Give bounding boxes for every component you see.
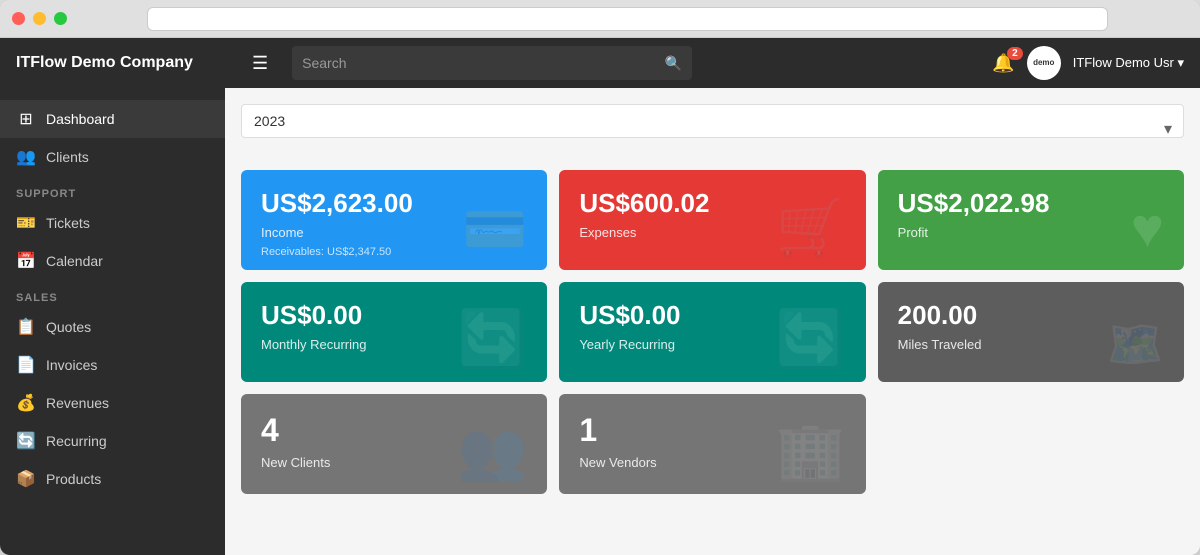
title-bar — [0, 0, 1200, 38]
sidebar-item-invoices[interactable]: 📄 Invoices — [0, 346, 225, 384]
traffic-lights — [12, 12, 67, 25]
window: ITFlow Demo Company ☰ 🔍 🔔 2 demo ITFlow … — [0, 0, 1200, 555]
user-avatar: demo — [1027, 46, 1061, 80]
sidebar-label-invoices: Invoices — [46, 357, 97, 373]
year-select[interactable]: 2023 2022 2021 2020 — [241, 104, 1184, 138]
sidebar-item-quotes[interactable]: 📋 Quotes — [0, 308, 225, 346]
search-input[interactable] — [302, 55, 665, 71]
profit-label: Profit — [898, 225, 1164, 240]
new-vendors-icon: 🏢 — [776, 418, 846, 484]
brand-name: ITFlow Demo Company — [16, 54, 236, 72]
monthly-recurring-card: US$0.00 Monthly Recurring 🔄 — [241, 282, 547, 382]
year-filter-wrapper: 2023 2022 2021 2020 — [241, 104, 1184, 154]
expenses-card: US$600.02 Expenses 🛒 — [559, 170, 865, 270]
profit-value: US$2,022.98 — [898, 188, 1164, 219]
notification-badge: 2 — [1007, 47, 1023, 60]
stats-grid: US$2,623.00 Income Receivables: US$2,347… — [241, 170, 1184, 494]
minimize-button[interactable] — [33, 12, 46, 25]
profit-icon: ♥ — [1131, 195, 1164, 260]
expenses-icon: 🛒 — [776, 194, 846, 260]
miles-traveled-icon: 🗺️ — [1107, 317, 1164, 372]
new-clients-icon: 👥 — [458, 418, 528, 484]
miles-traveled-card: 200.00 Miles Traveled 🗺️ — [878, 282, 1184, 382]
sidebar-item-revenues[interactable]: 💰 Revenues — [0, 384, 225, 422]
sidebar-section-sales: SALES — [0, 280, 225, 308]
user-menu-button[interactable]: ITFlow Demo Usr — [1073, 55, 1184, 71]
products-icon: 📦 — [16, 469, 36, 489]
dashboard-icon: ⊞ — [16, 109, 36, 129]
navbar: ITFlow Demo Company ☰ 🔍 🔔 2 demo ITFlow … — [0, 38, 1200, 88]
sidebar-label-dashboard: Dashboard — [46, 111, 115, 127]
sidebar-label-clients: Clients — [46, 149, 89, 165]
sidebar-label-calendar: Calendar — [46, 253, 103, 269]
tickets-icon: 🎫 — [16, 213, 36, 233]
clients-icon: 👥 — [16, 147, 36, 167]
new-vendors-card: 1 New Vendors 🏢 — [559, 394, 865, 494]
calendar-icon: 📅 — [16, 251, 36, 271]
yearly-recurring-icon: 🔄 — [776, 306, 846, 372]
search-bar: 🔍 — [292, 46, 692, 80]
income-card: US$2,623.00 Income Receivables: US$2,347… — [241, 170, 547, 270]
main-content: 2023 2022 2021 2020 US$2,623.00 Income R… — [225, 88, 1200, 555]
profit-card: US$2,022.98 Profit ♥ — [878, 170, 1184, 270]
menu-toggle-button[interactable]: ☰ — [252, 53, 268, 74]
monthly-recurring-icon: 🔄 — [458, 306, 528, 372]
income-icon: 💳 — [463, 199, 528, 260]
income-sub: Receivables: US$2,347.50 — [261, 246, 391, 258]
sidebar-item-clients[interactable]: 👥 Clients — [0, 138, 225, 176]
sidebar-item-dashboard[interactable]: ⊞ Dashboard — [0, 100, 225, 138]
sidebar-item-calendar[interactable]: 📅 Calendar — [0, 242, 225, 280]
sidebar-label-recurring: Recurring — [46, 433, 107, 449]
notifications-button[interactable]: 🔔 2 — [992, 53, 1014, 74]
revenues-icon: 💰 — [16, 393, 36, 413]
close-button[interactable] — [12, 12, 25, 25]
sidebar-item-recurring[interactable]: 🔄 Recurring — [0, 422, 225, 460]
url-bar[interactable] — [147, 7, 1108, 31]
quotes-icon: 📋 — [16, 317, 36, 337]
yearly-recurring-card: US$0.00 Yearly Recurring 🔄 — [559, 282, 865, 382]
navbar-right: 🔔 2 demo ITFlow Demo Usr — [992, 46, 1184, 80]
sidebar: ⊞ Dashboard 👥 Clients SUPPORT 🎫 Tickets … — [0, 88, 225, 555]
sidebar-label-quotes: Quotes — [46, 319, 91, 335]
sidebar-label-tickets: Tickets — [46, 215, 90, 231]
recurring-icon: 🔄 — [16, 431, 36, 451]
sidebar-label-products: Products — [46, 471, 101, 487]
search-icon: 🔍 — [665, 55, 682, 72]
body-layout: ⊞ Dashboard 👥 Clients SUPPORT 🎫 Tickets … — [0, 88, 1200, 555]
app: ITFlow Demo Company ☰ 🔍 🔔 2 demo ITFlow … — [0, 38, 1200, 555]
sidebar-item-products[interactable]: 📦 Products — [0, 460, 225, 498]
invoices-icon: 📄 — [16, 355, 36, 375]
sidebar-item-tickets[interactable]: 🎫 Tickets — [0, 204, 225, 242]
maximize-button[interactable] — [54, 12, 67, 25]
new-clients-card: 4 New Clients 👥 — [241, 394, 547, 494]
sidebar-label-revenues: Revenues — [46, 395, 109, 411]
sidebar-section-support: SUPPORT — [0, 176, 225, 204]
